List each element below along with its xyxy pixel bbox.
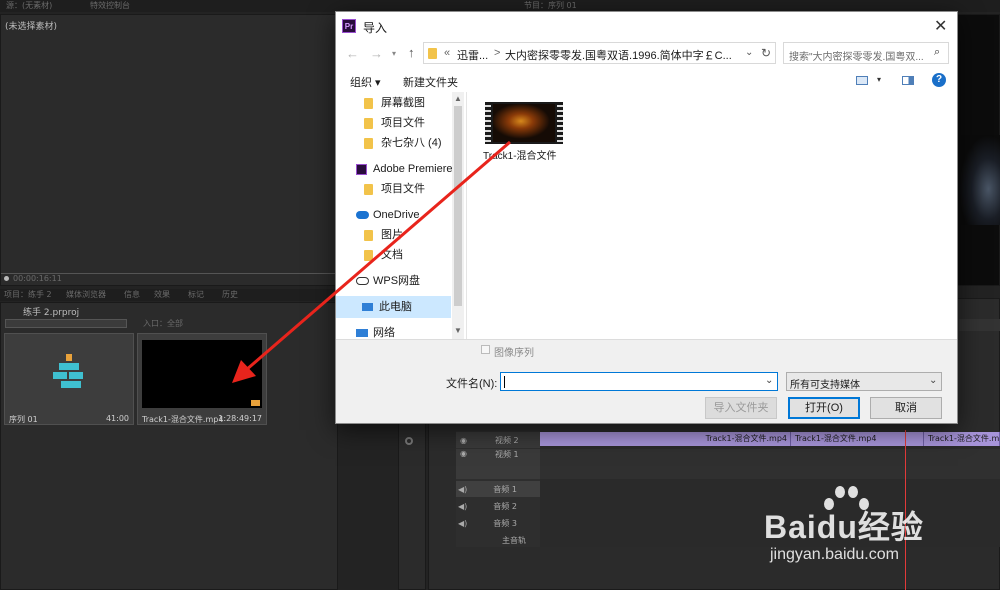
arrow-shaft (245, 140, 511, 372)
watermark-url: jingyan.baidu.com (770, 546, 899, 563)
watermark-brand: Baidu经验 (764, 509, 924, 545)
baidu-watermark: Baidu经验 jingyan.baidu.com (764, 484, 994, 568)
